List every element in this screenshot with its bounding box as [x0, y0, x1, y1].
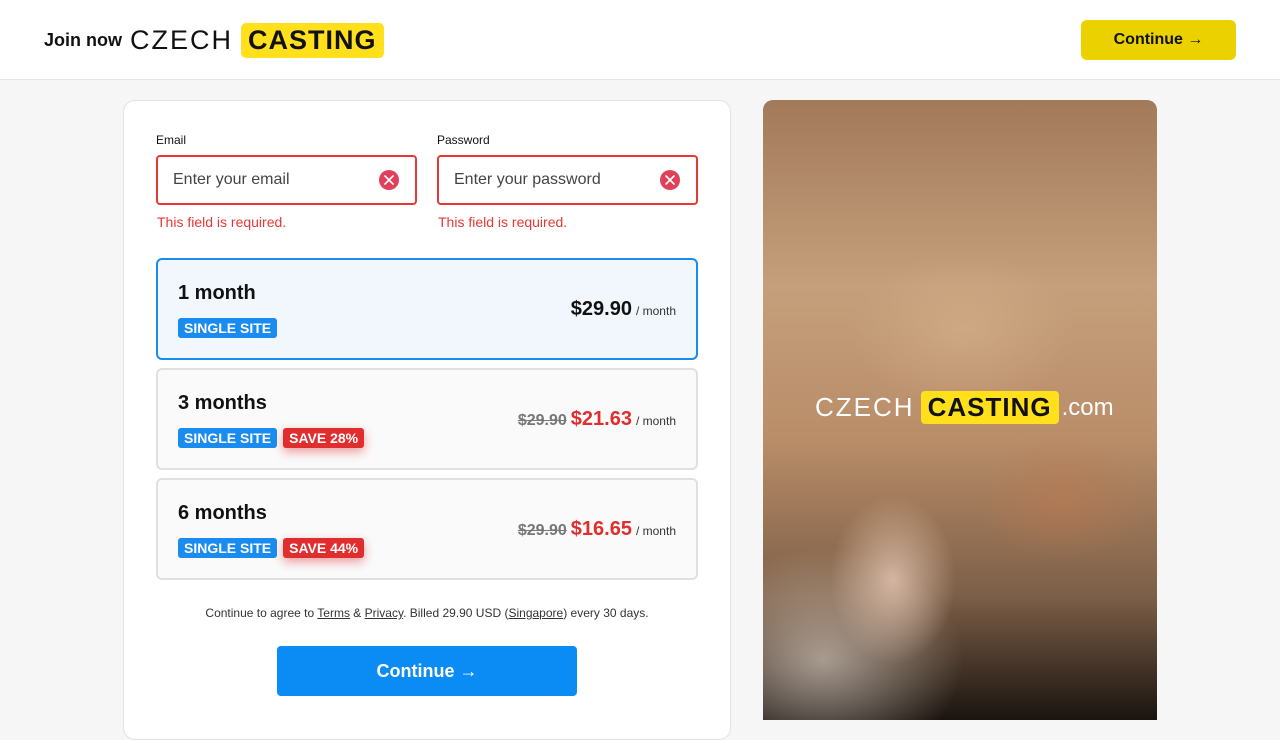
old-price-value: $29.90: [517, 412, 567, 429]
country-link[interactable]: Singapore: [508, 606, 563, 620]
header-continue-button[interactable]: Continue →: [1081, 20, 1236, 60]
join-now-label: Join now: [44, 30, 122, 50]
email-label: Email: [156, 133, 187, 147]
price-value: $29.90: [570, 298, 632, 320]
email-field-wrapper: [156, 155, 417, 205]
price-period: / month: [635, 524, 676, 538]
plan-title: 3 months: [178, 392, 267, 414]
password-label: Password: [437, 133, 490, 147]
plan-title: 1 month: [178, 282, 256, 304]
plan-title: 6 months: [178, 502, 267, 524]
site-header: Join now CZECH CASTING Continue →: [0, 0, 1280, 80]
continue-button[interactable]: Continue →: [277, 646, 577, 696]
plan-option-1-month[interactable]: 1 month SINGLE SITE $29.90 / month: [156, 258, 698, 360]
single-site-badge: SINGLE SITE: [178, 428, 278, 448]
promo-logo-czech: CZECH: [815, 392, 915, 422]
plan-price: $29.90 $21.63 / month: [518, 408, 676, 431]
promo-logo-com: .com: [1061, 393, 1114, 421]
single-site-badge: SINGLE SITE: [178, 538, 278, 558]
site-logo[interactable]: CZECH CASTING: [130, 22, 384, 58]
plan-option-6-months[interactable]: 6 months SINGLE SITE SAVE 44% $29.90 $16…: [156, 478, 698, 580]
billed-text: . Billed 29.90 USD (: [403, 606, 509, 620]
password-field[interactable]: [454, 157, 644, 203]
password-field-wrapper: [437, 155, 698, 205]
plan-price: $29.90 $16.65 / month: [518, 518, 676, 541]
clear-password-icon[interactable]: [660, 170, 680, 190]
logo-czech-text: CZECH: [130, 24, 233, 55]
price-period: / month: [635, 304, 676, 318]
signup-card: Email This field is required. Password T…: [123, 100, 731, 740]
logo-casting-text: CASTING: [241, 22, 384, 58]
single-site-badge: SINGLE SITE: [178, 318, 278, 338]
plan-option-3-months[interactable]: 3 months SINGLE SITE SAVE 28% $29.90 $21…: [156, 368, 698, 470]
price-period: / month: [635, 414, 676, 428]
price-value: $21.63: [570, 408, 632, 430]
terms-amp: &: [349, 606, 365, 620]
save-badge: SAVE 28%: [283, 428, 365, 448]
plan-badges: SINGLE SITE SAVE 28%: [178, 428, 365, 448]
plan-badges: SINGLE SITE SAVE 44%: [178, 538, 365, 558]
terms-link[interactable]: Terms: [317, 606, 350, 620]
email-error: This field is required.: [157, 214, 287, 230]
old-price-value: $29.90: [517, 522, 567, 539]
promo-logo-casting: CASTING: [920, 391, 1059, 424]
clear-email-icon[interactable]: [379, 170, 399, 190]
terms-suffix: ) every 30 days.: [563, 606, 649, 620]
email-field[interactable]: [173, 157, 363, 203]
promo-image: CZECH CASTING .com: [763, 100, 1157, 720]
privacy-link[interactable]: Privacy: [365, 606, 403, 620]
save-badge: SAVE 44%: [283, 538, 365, 558]
plan-price: $29.90 / month: [571, 298, 676, 321]
promo-logo: CZECH CASTING .com: [815, 391, 1114, 424]
terms-text: Continue to agree to Terms & Privacy. Bi…: [124, 606, 730, 620]
password-error: This field is required.: [438, 214, 568, 230]
plan-badges: SINGLE SITE: [178, 318, 278, 338]
price-value: $16.65: [570, 518, 632, 540]
terms-prefix: Continue to agree to: [205, 606, 318, 620]
